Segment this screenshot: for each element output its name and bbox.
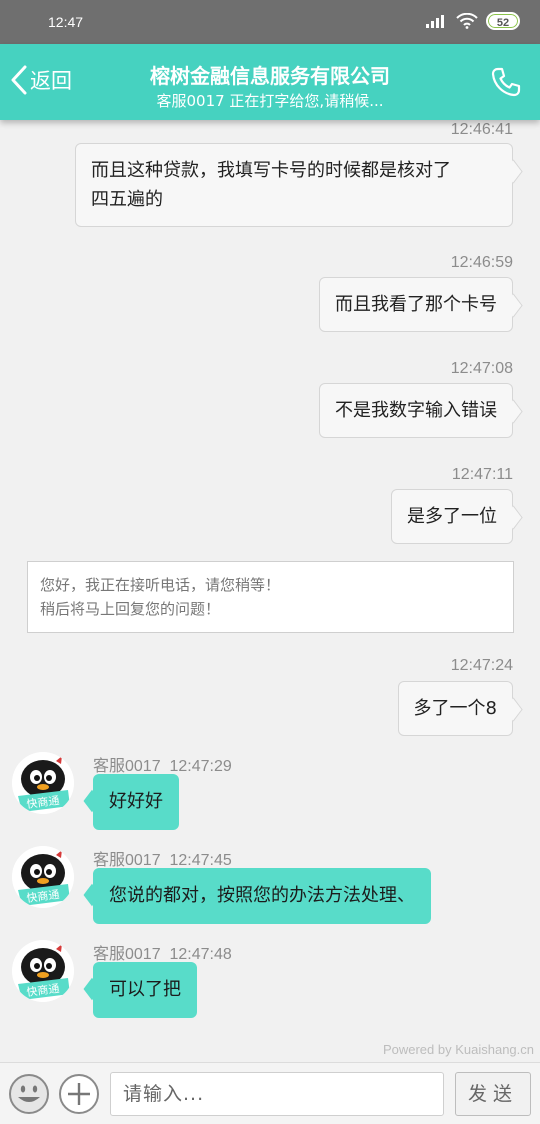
- agent-meta: 客服0017 12:47:29: [93, 752, 232, 776]
- message-timestamp: 12:47:08: [450, 360, 513, 377]
- outgoing-message: 而且这种贷款，我填写卡号的时候都是核对了 四五遍的: [75, 143, 513, 227]
- message-timestamp: 12:47:11: [451, 466, 513, 483]
- call-button[interactable]: [490, 66, 522, 102]
- incoming-message: 快商通 客服0017 12:47:45 您说的都对，按照您的办法方法处理、: [12, 846, 512, 936]
- add-attachment-button[interactable]: [58, 1073, 100, 1119]
- outgoing-message: 多了一个8: [397, 681, 513, 736]
- agent-name: 客服0017: [93, 852, 161, 869]
- message-text: 好好好: [109, 791, 163, 812]
- outgoing-message: 是多了一位: [391, 489, 513, 544]
- typing-status: 客服0017 正在打字给您,请稍候...: [156, 92, 384, 110]
- send-button[interactable]: 发送: [455, 1072, 531, 1116]
- plus-icon: [59, 1074, 99, 1114]
- incoming-bubble: 可以了把: [93, 962, 197, 1018]
- page-title: 榕树金融信息服务有限公司: [150, 64, 390, 88]
- notice-text: 稍后将马上回复您的问题！: [40, 600, 221, 618]
- message-timestamp: 12:47:48: [169, 946, 232, 963]
- incoming-bubble: 您说的都对，按照您的办法方法处理、: [93, 868, 431, 924]
- agent-meta: 客服0017 12:47:45: [93, 846, 232, 870]
- incoming-message: 快商通 客服0017 12:47:29 好好好: [12, 752, 512, 842]
- agent-meta: 客服0017 12:47:48: [93, 940, 232, 964]
- notice-text: 您好，我正在接听电话，请您稍等！: [40, 576, 281, 594]
- outgoing-message: 不是我数字输入错误: [319, 383, 513, 438]
- agent-avatar-icon: 快商通: [12, 940, 74, 1002]
- message-text: 不是我数字输入错误: [335, 400, 497, 421]
- avatar: 快商通: [12, 846, 74, 908]
- emoji-button[interactable]: [8, 1073, 50, 1119]
- message-text: 可以了把: [109, 979, 181, 1000]
- status-icons: 52: [426, 12, 520, 30]
- message-text: 而且这种贷款，我填写卡号的时候都是核对了: [91, 160, 451, 181]
- emoji-icon: [9, 1074, 49, 1114]
- incoming-message: 快商通 客服0017 12:47:48 可以了把: [12, 940, 512, 1030]
- agent-name: 客服0017: [93, 758, 161, 775]
- message-text: 四五遍的: [91, 189, 163, 210]
- agent-name: 客服0017: [93, 946, 161, 963]
- phone-icon: [491, 67, 521, 97]
- chat-header: 返回 榕树金融信息服务有限公司 客服0017 正在打字给您,请稍候...: [0, 44, 540, 120]
- message-timestamp: 12:47:29: [169, 758, 232, 775]
- message-text: 您说的都对，按照您的办法方法处理、: [109, 885, 415, 906]
- status-bar: 12:47 52: [0, 0, 540, 44]
- message-text: 是多了一位: [407, 506, 497, 527]
- wifi-icon: [456, 13, 478, 29]
- battery-icon: 52: [486, 12, 520, 30]
- agent-avatar-icon: 快商通: [12, 752, 74, 814]
- input-bar: 发送: [0, 1062, 540, 1124]
- message-timestamp: 12:46:59: [450, 254, 513, 271]
- powered-by: Powered by Kuaishang.cn: [382, 1042, 534, 1057]
- message-timestamp: 12:47:45: [169, 852, 232, 869]
- message-text: 多了一个8: [413, 698, 497, 719]
- outgoing-message: 而且我看了那个卡号: [319, 277, 513, 332]
- signal-icon: [426, 15, 444, 28]
- avatar: 快商通: [12, 752, 74, 814]
- message-input[interactable]: [110, 1072, 444, 1116]
- message-timestamp: 12:47:24: [450, 657, 513, 674]
- message-timestamp: 12:46:41: [450, 121, 513, 138]
- agent-avatar-icon: 快商通: [12, 846, 74, 908]
- status-time: 12:47: [48, 14, 84, 30]
- avatar: 快商通: [12, 940, 74, 1002]
- incoming-bubble: 好好好: [93, 774, 179, 830]
- auto-reply-notice: 您好，我正在接听电话，请您稍等！ 稍后将马上回复您的问题！: [27, 561, 514, 633]
- message-text: 而且我看了那个卡号: [335, 294, 497, 315]
